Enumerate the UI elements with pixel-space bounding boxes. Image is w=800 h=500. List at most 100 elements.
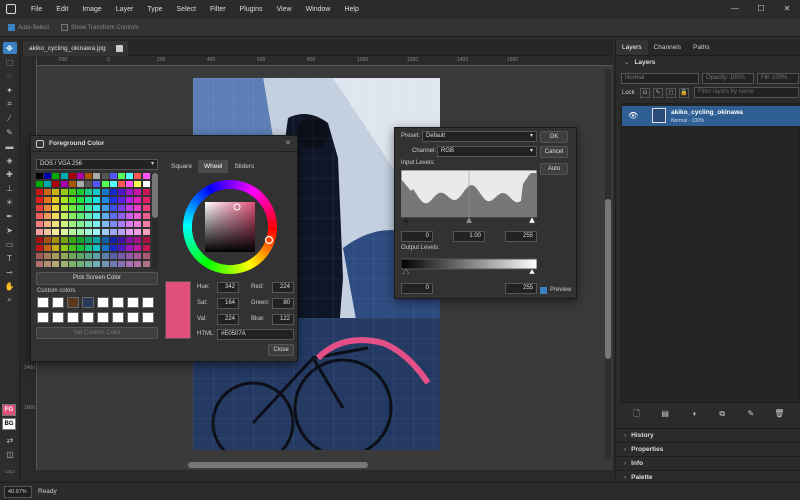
tab-square[interactable]: Square: [165, 160, 198, 173]
palette-swatch[interactable]: [68, 237, 76, 243]
palette-swatch[interactable]: [36, 205, 43, 211]
palette-swatch[interactable]: [85, 245, 93, 251]
lock-brush-icon[interactable]: ✎: [653, 88, 663, 98]
output-black-field[interactable]: 0: [401, 283, 433, 294]
palette-swatch[interactable]: [101, 245, 109, 251]
palette-swatch[interactable]: [109, 213, 117, 219]
red-field[interactable]: 224: [272, 282, 294, 293]
palette-swatch[interactable]: [109, 173, 117, 179]
eyedropper-tool-icon[interactable]: ⁄: [3, 112, 17, 124]
custom-color-slot[interactable]: [67, 312, 79, 323]
custom-colors-grid[interactable]: [37, 297, 159, 327]
palette-swatch[interactable]: [52, 253, 60, 259]
palette-swatch[interactable]: [52, 245, 60, 251]
opacity-field[interactable]: Opacity: 100%: [702, 73, 754, 84]
palette-swatch[interactable]: [126, 253, 134, 259]
pen-tool-icon[interactable]: ✒: [3, 210, 17, 222]
auto-select-checkbox[interactable]: [8, 24, 15, 31]
palette-swatch[interactable]: [36, 197, 43, 203]
shape-tool-icon[interactable]: ▭: [3, 238, 17, 250]
palette-swatch[interactable]: [44, 173, 52, 179]
custom-color-slot[interactable]: [127, 297, 139, 308]
palette-swatch[interactable]: [44, 237, 52, 243]
palette-swatch[interactable]: [52, 173, 60, 179]
palette-swatch[interactable]: [126, 197, 134, 203]
palette-swatch[interactable]: [93, 197, 101, 203]
swap-colors-icon[interactable]: ⇄: [3, 434, 17, 446]
palette-swatch[interactable]: [134, 189, 142, 195]
palette-swatch-grid[interactable]: [36, 173, 152, 269]
palette-swatch[interactable]: [126, 245, 134, 251]
heal-tool-icon[interactable]: ✚: [3, 168, 17, 180]
palette-swatch[interactable]: [101, 205, 109, 211]
menu-select[interactable]: Select: [177, 6, 196, 13]
crop-tool-icon[interactable]: ⌗: [3, 98, 17, 110]
menu-image[interactable]: Image: [82, 6, 101, 13]
palette-swatch[interactable]: [68, 253, 76, 259]
output-gradient[interactable]: [401, 254, 537, 274]
custom-color-slot[interactable]: [112, 297, 124, 308]
lock-pixels-icon[interactable]: ◘: [640, 88, 650, 98]
palette-swatch[interactable]: [142, 221, 150, 227]
palette-swatch[interactable]: [68, 245, 76, 251]
palette-swatch[interactable]: [93, 213, 101, 219]
palette-swatch[interactable]: [60, 173, 68, 179]
palette-swatch[interactable]: [68, 189, 76, 195]
visibility-eye-icon[interactable]: 👁: [628, 111, 638, 120]
eraser-tool-icon[interactable]: ▬: [3, 140, 17, 152]
palette-swatch[interactable]: [101, 189, 109, 195]
palette-swatch[interactable]: [85, 173, 93, 179]
layer-search-input[interactable]: Filter layers by name: [694, 87, 799, 98]
menu-edit[interactable]: Edit: [56, 6, 68, 13]
screen-mode-icon[interactable]: ▭▭: [3, 466, 17, 478]
palette-swatch[interactable]: [101, 213, 109, 219]
palette-swatch[interactable]: [126, 221, 134, 227]
palette-swatch[interactable]: [142, 229, 150, 235]
palette-swatch[interactable]: [85, 229, 93, 235]
palette-swatch[interactable]: [134, 237, 142, 243]
palette-swatch[interactable]: [36, 181, 43, 187]
lasso-tool-icon[interactable]: ◌: [3, 70, 17, 82]
palette-scrollbar[interactable]: [152, 173, 158, 269]
palette-swatch[interactable]: [101, 261, 109, 267]
palette-swatch[interactable]: [60, 205, 68, 211]
path-select-tool-icon[interactable]: ➤: [3, 224, 17, 236]
palette-swatch[interactable]: [60, 253, 68, 259]
palette-swatch[interactable]: [118, 205, 125, 211]
hue-field[interactable]: 342: [217, 282, 239, 293]
palette-swatch[interactable]: [60, 189, 68, 195]
minimize-icon[interactable]: —: [722, 0, 748, 18]
adjustment-layer-icon[interactable]: ◑: [686, 407, 702, 421]
palette-swatch[interactable]: [52, 181, 60, 187]
tab-channels[interactable]: Channels: [648, 40, 687, 55]
palette-swatch[interactable]: [68, 229, 76, 235]
palette-swatch[interactable]: [52, 261, 60, 267]
custom-color-slot[interactable]: [67, 297, 79, 308]
stamp-tool-icon[interactable]: ⊥: [3, 182, 17, 194]
palette-swatch[interactable]: [36, 229, 43, 235]
menu-file[interactable]: File: [31, 6, 42, 13]
dialog-titlebar[interactable]: Foreground Color ✕: [31, 136, 297, 152]
menu-view[interactable]: View: [277, 6, 292, 13]
palette-swatch[interactable]: [44, 221, 52, 227]
palette-swatch[interactable]: [109, 181, 117, 187]
sat-field[interactable]: 164: [217, 298, 239, 309]
output-black-slider[interactable]: [402, 268, 410, 274]
palette-swatch[interactable]: [101, 237, 109, 243]
custom-color-slot[interactable]: [127, 312, 139, 323]
close-window-icon[interactable]: ✕: [774, 0, 800, 18]
fill-tool-icon[interactable]: ◈: [3, 154, 17, 166]
palette-swatch[interactable]: [142, 245, 150, 251]
palette-swatch[interactable]: [142, 197, 150, 203]
menu-filter[interactable]: Filter: [210, 6, 226, 13]
menu-layer[interactable]: Layer: [116, 6, 134, 13]
auto-button[interactable]: Auto: [540, 163, 568, 175]
palette-swatch[interactable]: [134, 205, 142, 211]
palette-swatch[interactable]: [77, 197, 84, 203]
palette-swatch[interactable]: [101, 197, 109, 203]
palette-swatch[interactable]: [60, 181, 68, 187]
palette-swatch[interactable]: [93, 173, 101, 179]
palette-swatch[interactable]: [44, 189, 52, 195]
palette-swatch[interactable]: [36, 245, 43, 251]
palette-swatch[interactable]: [85, 181, 93, 187]
